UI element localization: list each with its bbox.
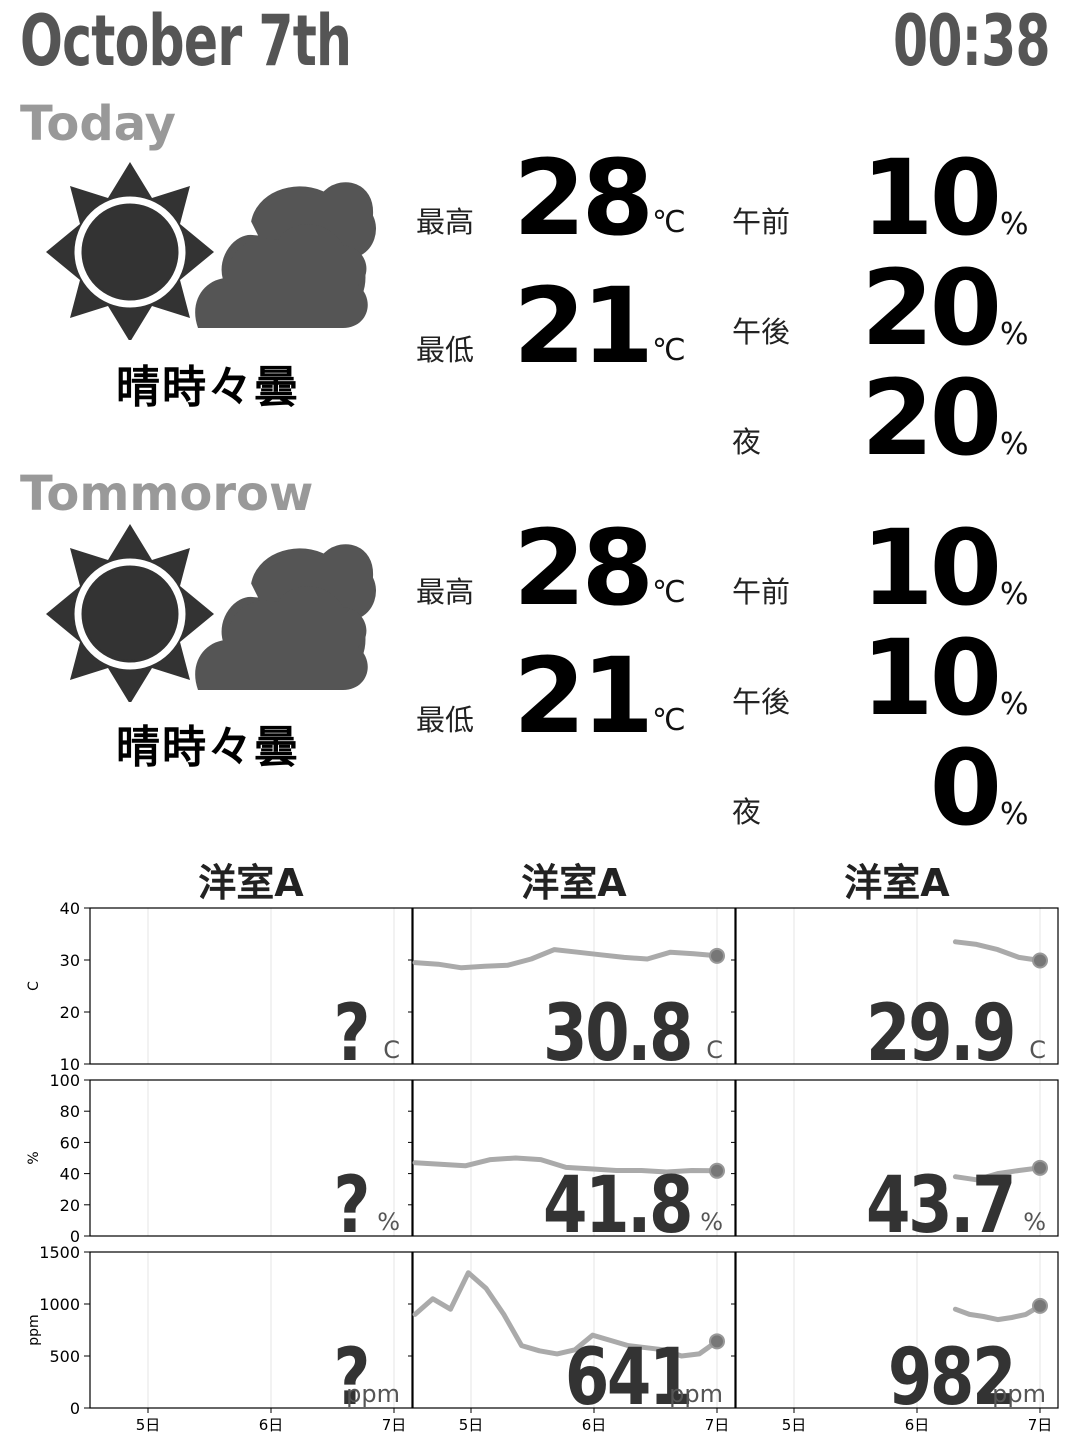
current-value: 41.8 xyxy=(543,1160,691,1251)
value-unit: % xyxy=(700,1208,723,1236)
y-tick-label: 500 xyxy=(49,1347,80,1366)
y-tick-label: 30 xyxy=(60,951,80,970)
y-tick-label: 1500 xyxy=(39,1243,80,1262)
value-unit: ppm xyxy=(992,1380,1046,1408)
current-value: ? xyxy=(333,988,368,1079)
value-unit: % xyxy=(1023,1208,1046,1236)
y-tick-label: 20 xyxy=(60,1196,80,1215)
sensor-charts: C40302010? C 30.8 C 29.9 C%100806040200?% 41.8… xyxy=(26,899,1059,1434)
current-value: ? xyxy=(333,1332,368,1423)
value-unit: C xyxy=(383,1036,400,1064)
current-value-marker xyxy=(1032,1297,1048,1314)
y-tick-label: 20 xyxy=(60,1003,80,1022)
y-axis-label: C xyxy=(26,981,42,991)
x-tick-label: 5日 xyxy=(459,1416,484,1434)
y-tick-label: 40 xyxy=(60,1165,80,1184)
x-tick-label: 5日 xyxy=(136,1416,161,1434)
current-value: 29.9 xyxy=(866,988,1014,1079)
value-unit: ppm xyxy=(669,1380,723,1408)
current-value: 30.8 xyxy=(543,988,691,1079)
y-tick-label: 0 xyxy=(70,1399,80,1418)
current-value: ? xyxy=(333,1160,368,1251)
value-unit: C xyxy=(1029,1036,1046,1064)
x-tick-label: 7日 xyxy=(382,1416,407,1434)
current-value-marker xyxy=(709,947,725,964)
value-unit: C xyxy=(706,1036,723,1064)
current-value-marker xyxy=(709,1162,725,1179)
y-tick-label: 80 xyxy=(60,1102,80,1121)
series-line xyxy=(952,1303,1043,1323)
current-value-marker xyxy=(1032,1159,1048,1176)
x-tick-label: 6日 xyxy=(905,1416,930,1434)
x-tick-label: 7日 xyxy=(705,1416,730,1434)
current-value: 641 xyxy=(565,1332,691,1423)
x-tick-label: 5日 xyxy=(782,1416,807,1434)
y-axis-label: % xyxy=(26,1151,42,1164)
series-line xyxy=(412,947,720,971)
current-value-marker xyxy=(709,1333,725,1350)
x-tick-label: 7日 xyxy=(1028,1416,1053,1434)
y-axis-label: ppm xyxy=(26,1314,42,1345)
current-value: 982 xyxy=(888,1332,1014,1423)
y-tick-label: 60 xyxy=(60,1133,80,1152)
value-unit: % xyxy=(377,1208,400,1236)
value-unit: ppm xyxy=(346,1380,400,1408)
current-value: 43.7 xyxy=(866,1160,1014,1251)
current-value-marker xyxy=(1032,952,1048,969)
y-tick-label: 40 xyxy=(60,899,80,918)
x-tick-label: 6日 xyxy=(582,1416,607,1434)
y-tick-label: 1000 xyxy=(39,1295,80,1314)
x-tick-label: 6日 xyxy=(259,1416,284,1434)
series-line xyxy=(952,939,1043,963)
y-tick-label: 100 xyxy=(49,1071,80,1090)
